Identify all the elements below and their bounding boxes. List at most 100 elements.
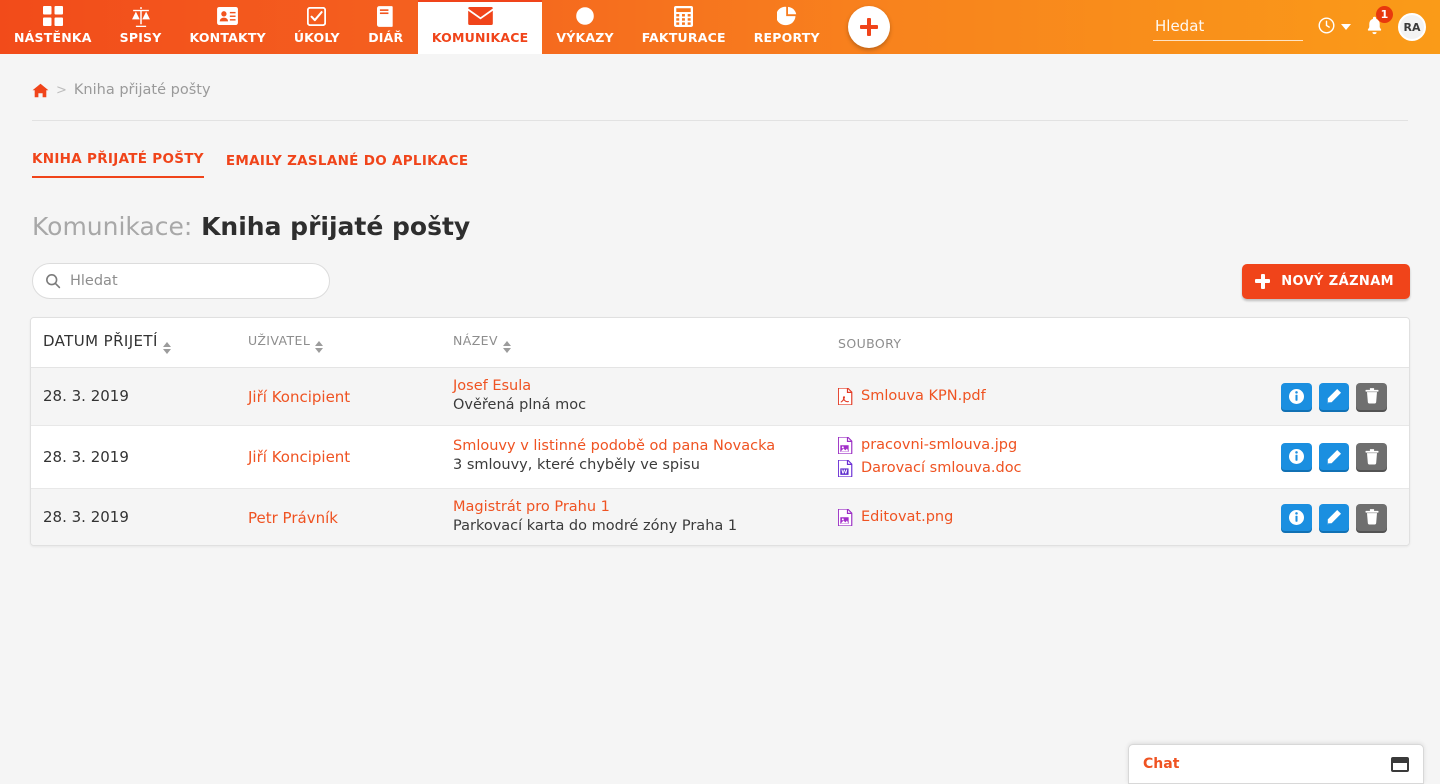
record-title-link[interactable]: Josef Esula — [453, 377, 816, 395]
row-actions — [1280, 382, 1399, 410]
nav-item-komunikace[interactable]: KOMUNIKACE — [417, 0, 543, 54]
nav-item-spisy[interactable]: SPISY — [106, 0, 176, 54]
nav-item-úkoly[interactable]: ÚKOLY — [280, 0, 354, 54]
info-icon — [1288, 388, 1304, 404]
top-navigation-bar: NÁSTĚNKA SPISY KONTAKTY ÚKOLY DIÁŘ KOMUNIKACE… — [0, 0, 1440, 54]
edit-button[interactable] — [1318, 382, 1350, 410]
cell-actions — [1269, 424, 1409, 489]
file-name[interactable]: Smlouva KPN.pdf — [861, 386, 986, 407]
column-header-2[interactable]: NÁZEV — [441, 318, 826, 368]
column-header-0[interactable]: DATUM PŘIJETÍ — [31, 318, 236, 368]
cell-files: pracovni-smlouva.jpg W Darovací smlouva.do… — [826, 424, 1269, 489]
cell-name: Smlouvy v listinné podobě od pana Novack… — [441, 424, 826, 489]
edit-button[interactable] — [1318, 503, 1350, 531]
record-title-link[interactable]: Magistrát pro Prahu 1 — [453, 498, 816, 516]
info-button[interactable] — [1280, 443, 1312, 471]
page-title-main: Kniha přijaté pošty — [201, 212, 471, 241]
breadcrumb-separator: > — [56, 82, 67, 98]
sort-icon[interactable] — [162, 342, 171, 354]
record-user-link[interactable]: Jiří Koncipient — [248, 448, 350, 466]
record-title-link[interactable]: Smlouvy v listinné podobě od pana Novack… — [453, 437, 816, 455]
record-date: 28. 3. 2019 — [43, 447, 129, 466]
table-search-box[interactable] — [32, 263, 330, 299]
nav-item-nastenka[interactable]: NÁSTĚNKA — [0, 0, 106, 54]
notifications-badge: 1 — [1376, 5, 1393, 23]
file-name[interactable]: Editovat.png — [861, 507, 953, 528]
pencil-icon — [1326, 449, 1342, 465]
file-word-icon: W — [838, 459, 853, 477]
timer-dropdown[interactable] — [1317, 16, 1351, 39]
chevron-down-icon — [1341, 24, 1351, 30]
cell-user: Jiří Koncipient — [236, 424, 441, 489]
file-pdf-icon — [838, 387, 853, 405]
cell-date: 28. 3. 2019 — [31, 368, 236, 426]
search-icon — [45, 273, 61, 289]
file-item[interactable]: Editovat.png — [838, 507, 1259, 528]
table-row[interactable]: 28. 3. 2019 Jiří Koncipient Smlouvy v list… — [31, 424, 1409, 489]
tab-0[interactable]: KNIHA PŘIJATÉ POŠTY — [32, 151, 204, 178]
nav-item-vykazy[interactable]: VÝKAZY — [542, 0, 627, 54]
nav-item-diar[interactable]: DIÁŘ — [354, 0, 418, 54]
record-date: 28. 3. 2019 — [43, 508, 129, 527]
nav-item-label: KONTAKTY — [189, 30, 266, 45]
file-image-icon — [838, 508, 853, 526]
column-header-label: SOUBORY — [838, 335, 902, 351]
record-subtitle: 3 smlouvy, které chyběly ve spisu — [453, 457, 700, 474]
avatar[interactable]: RA — [1398, 13, 1426, 41]
info-button[interactable] — [1280, 503, 1312, 531]
search-input[interactable] — [70, 273, 315, 289]
file-name[interactable]: pracovni-smlouva.jpg — [861, 435, 1017, 456]
table-row[interactable]: 28. 3. 2019 Petr Právník Magistrát pro Pra… — [31, 487, 1409, 546]
cell-date: 28. 3. 2019 — [31, 424, 236, 489]
trash-icon — [1365, 509, 1379, 525]
scales-icon — [130, 5, 152, 27]
window-icon[interactable] — [1391, 756, 1409, 772]
trash-icon — [1365, 448, 1379, 465]
nav-item-reporty[interactable]: REPORTY — [740, 0, 834, 54]
nav-item-fakturace[interactable]: FAKTURACE — [628, 0, 740, 54]
record-user-link[interactable]: Jiří Koncipient — [248, 388, 350, 406]
column-header-label: UŽIVATEL — [248, 333, 311, 348]
column-header-1[interactable]: UŽIVATEL — [236, 318, 441, 368]
sort-icon[interactable] — [502, 341, 511, 353]
column-header-label: DATUM PŘIJETÍ — [43, 332, 158, 350]
file-item[interactable]: pracovni-smlouva.jpg — [838, 435, 1259, 456]
nav-item-label: SPISY — [119, 30, 162, 45]
new-record-button[interactable]: NOVÝ ZÁZNAM — [1242, 263, 1410, 299]
cell-name: Magistrát pro Prahu 1 Parkovací karta do … — [441, 487, 826, 546]
file-item[interactable]: Smlouva KPN.pdf — [838, 386, 1259, 407]
delete-button[interactable] — [1356, 503, 1387, 531]
home-icon[interactable] — [32, 83, 49, 98]
record-user-link[interactable]: Petr Právník — [248, 509, 338, 527]
breadcrumb-current: Kniha přijaté pošty — [73, 82, 211, 98]
nav-item-kontakty[interactable]: KONTAKTY — [176, 0, 280, 54]
column-header-actions — [1269, 318, 1409, 368]
global-search-input[interactable] — [1153, 13, 1303, 41]
edit-button[interactable] — [1318, 443, 1350, 471]
main-menu: NÁSTĚNKA SPISY KONTAKTY ÚKOLY DIÁŘ KOMUNIKACE… — [0, 0, 834, 54]
sort-icon[interactable] — [315, 341, 324, 353]
cell-name: Josef Esula Ověřená plná moc — [441, 368, 826, 426]
info-button[interactable] — [1280, 382, 1312, 410]
calculator-icon — [674, 5, 694, 27]
plus-icon — [1255, 273, 1271, 289]
nav-item-label: REPORTY — [753, 30, 820, 45]
top-bar-right: 1 RA — [1153, 0, 1440, 54]
checkbox-icon — [307, 5, 327, 27]
column-header-label: NÁZEV — [453, 333, 498, 348]
delete-button[interactable] — [1356, 382, 1387, 410]
notifications-button[interactable]: 1 — [1365, 5, 1393, 40]
row-actions — [1280, 443, 1399, 471]
contact-card-icon — [217, 5, 239, 27]
chat-widget[interactable]: Chat — [1128, 744, 1424, 784]
cell-user: Jiří Koncipient — [236, 368, 441, 426]
table-row[interactable]: 28. 3. 2019 Jiří Koncipient Josef Esula Ově… — [31, 367, 1409, 426]
new-record-label: NOVÝ ZÁZNAM — [1281, 273, 1394, 289]
tab-1[interactable]: EMAILY ZASLANÉ DO APLIKACE — [226, 153, 469, 178]
delete-button[interactable] — [1356, 443, 1387, 471]
file-item[interactable]: W Darovací smlouva.doc — [838, 458, 1259, 479]
table-head: DATUM PŘIJETÍ UŽIVATEL NÁZEV SOUBORY — [31, 318, 1409, 368]
quick-add-button[interactable] — [847, 6, 890, 48]
nav-item-label: FAKTURACE — [641, 30, 726, 45]
file-name[interactable]: Darovací smlouva.doc — [861, 458, 1022, 479]
